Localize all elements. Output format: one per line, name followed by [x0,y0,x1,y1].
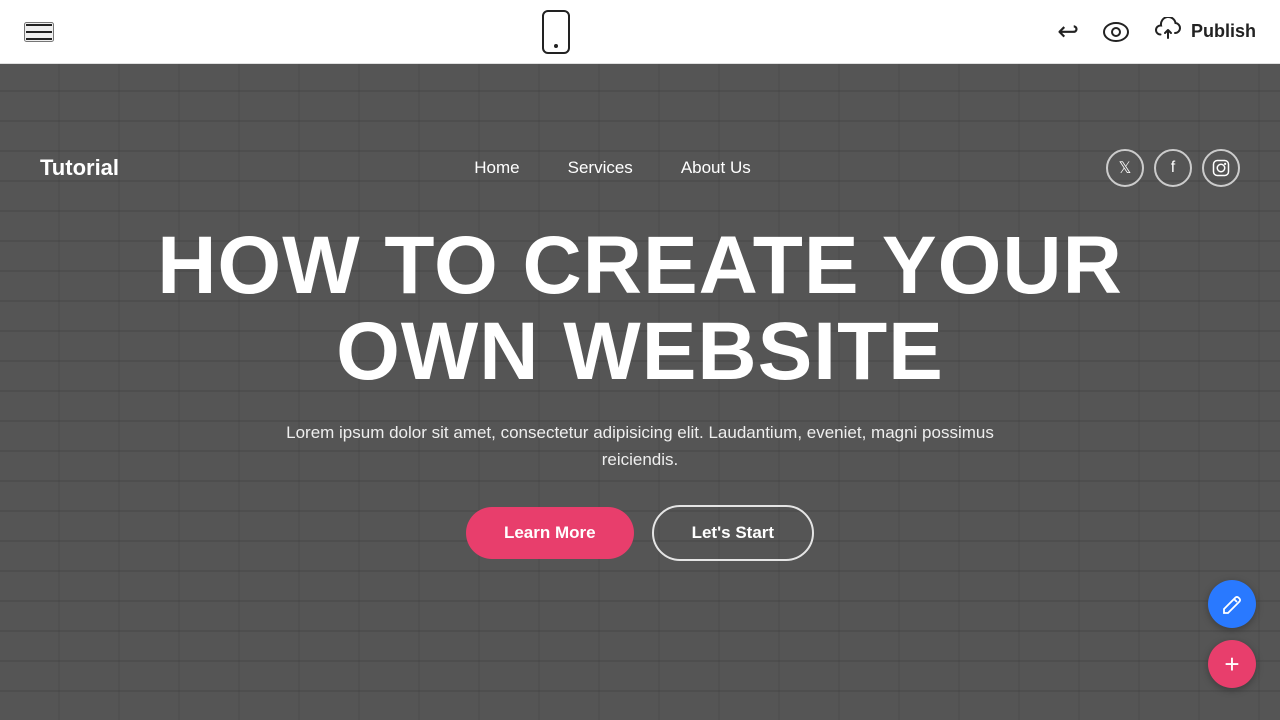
fab-add-button[interactable]: + [1208,640,1256,688]
nav-home[interactable]: Home [474,158,519,178]
toolbar-center [542,10,570,54]
menu-button[interactable] [24,22,54,42]
mobile-preview-icon[interactable] [542,10,570,54]
twitter-icon[interactable]: 𝕏 [1106,149,1144,187]
nav-about[interactable]: About Us [681,158,751,178]
toolbar-right: ↩ Publish [1057,16,1256,47]
hero-content: HOW TO CREATE YOUR OWN WEBSITE Lorem ips… [0,223,1280,562]
social-icons: 𝕏 f [1106,149,1240,187]
toolbar: ↩ Publish [0,0,1280,64]
add-icon: + [1224,651,1239,677]
publish-button[interactable]: Publish [1153,17,1256,47]
facebook-icon[interactable]: f [1154,149,1192,187]
hero-buttons: Learn More Let's Start [466,505,814,561]
instagram-icon[interactable] [1202,149,1240,187]
fab-edit-button[interactable] [1208,580,1256,628]
learn-more-button[interactable]: Learn More [466,507,634,559]
site-logo: Tutorial [40,155,119,181]
undo-button[interactable]: ↩ [1057,16,1079,47]
site-navbar: Tutorial Home Services About Us 𝕏 f [0,128,1280,208]
cloud-upload-icon [1153,17,1183,47]
toolbar-left [24,22,54,42]
hero-title: HOW TO CREATE YOUR OWN WEBSITE [120,223,1160,395]
fab-container: + [1208,580,1256,688]
lets-start-button[interactable]: Let's Start [652,505,814,561]
site-nav: Home Services About Us [474,158,750,178]
nav-services[interactable]: Services [568,158,633,178]
publish-label: Publish [1191,21,1256,42]
preview-button[interactable] [1103,22,1129,42]
hero-section: Tutorial Home Services About Us 𝕏 f HOW … [0,64,1280,720]
hero-subtitle: Lorem ipsum dolor sit amet, consectetur … [280,419,1000,473]
